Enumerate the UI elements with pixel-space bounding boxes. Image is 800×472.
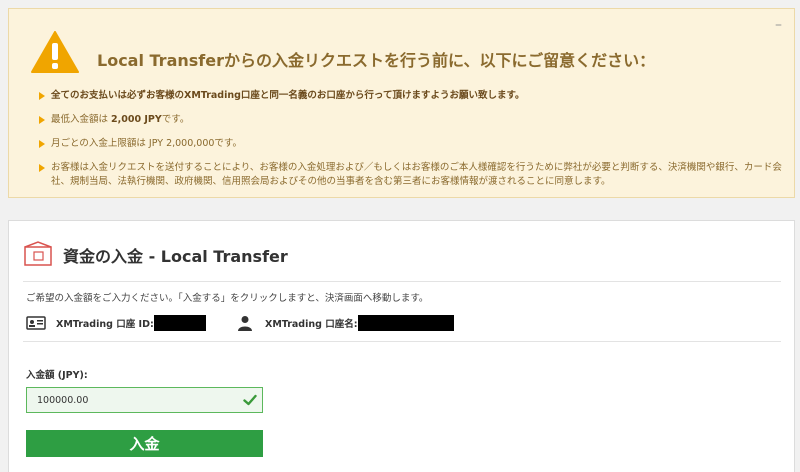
redacted-account-id xyxy=(153,315,206,331)
notice-list: 全てのお支払いは必ずお客様のXMTrading口座と同一名義のお口座から行って頂… xyxy=(37,89,787,197)
instruction-text: ご希望の入金額をご入力ください。「入金する」をクリックしますと、決済画面へ移動し… xyxy=(26,293,429,304)
deposit-button[interactable]: 入金 xyxy=(26,430,263,457)
divider xyxy=(23,281,781,282)
account-id: XMTrading 口座 ID: xyxy=(26,314,206,332)
wallet-icon xyxy=(24,241,52,266)
user-icon xyxy=(238,316,252,331)
notice-title: Local Transferからの入金リクエストを行う前に、以下にご留意ください… xyxy=(97,51,656,70)
account-name-label: XMTrading 口座名: xyxy=(265,319,358,330)
warning-triangle-icon xyxy=(31,31,79,73)
notice-panel: – Local Transferからの入金リクエストを行う前に、以下にご留意くだ… xyxy=(8,8,795,198)
deposit-panel: 資金の入金 - Local Transfer ご希望の入金額をご入力ください。「… xyxy=(8,220,795,472)
amount-input[interactable] xyxy=(26,387,263,413)
account-name: XMTrading 口座名: xyxy=(235,314,454,332)
amount-label: 入金額 (JPY): xyxy=(26,370,88,381)
collapse-button[interactable]: – xyxy=(775,18,782,32)
account-id-label: XMTrading 口座 ID: xyxy=(56,319,154,330)
notice-item: 最低入金額は 2,000 JPYです。 xyxy=(37,113,787,127)
redacted-account-name xyxy=(357,315,454,331)
page-title: 資金の入金 - Local Transfer xyxy=(63,247,288,266)
notice-item: 月ごとの入金上限額は JPY 2,000,000です。 xyxy=(37,137,787,151)
notice-item: 全てのお支払いは必ずお客様のXMTrading口座と同一名義のお口座から行って頂… xyxy=(37,89,787,103)
id-card-icon xyxy=(26,316,46,330)
check-icon xyxy=(243,394,257,406)
divider xyxy=(23,341,781,342)
notice-item: お客様は入金リクエストを送付することにより、お客様の入金処理および／もしくはお客… xyxy=(37,161,787,189)
